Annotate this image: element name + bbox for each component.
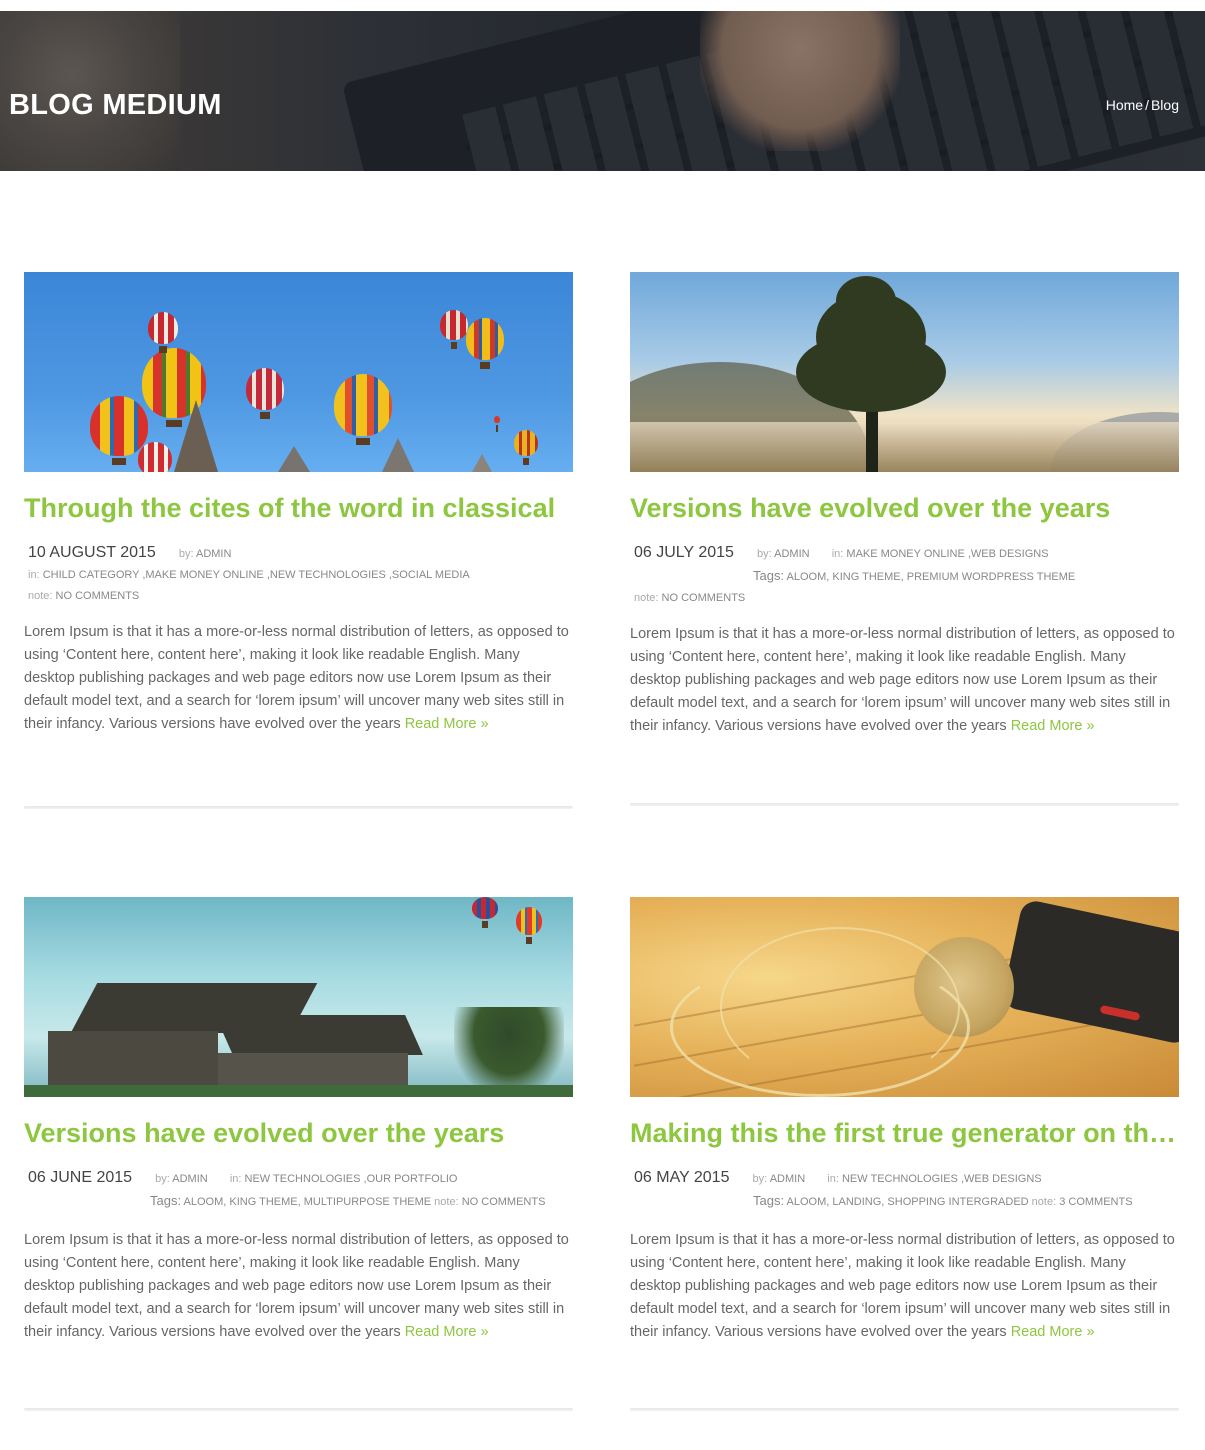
category-link[interactable]: ,WEB DESIGNS bbox=[968, 548, 1049, 560]
post-meta: 06 JUNE 2015 by: ADMIN in: NEW TECHNOLOG… bbox=[24, 1167, 573, 1213]
post-meta: 10 AUGUST 2015 by: ADMIN in: CHILD CATEG… bbox=[24, 542, 573, 607]
author-label: by: bbox=[752, 1173, 768, 1185]
tag-link[interactable]: ALOOM, bbox=[787, 571, 830, 583]
read-more-link[interactable]: Read More » bbox=[1011, 1324, 1095, 1340]
category-link[interactable]: ,OUR PORTFOLIO bbox=[364, 1173, 458, 1185]
post-excerpt: Lorem Ipsum is that it has a more-or-les… bbox=[24, 1229, 573, 1344]
category-link[interactable]: CHILD CATEGORY bbox=[43, 569, 140, 581]
category-link[interactable]: ,MAKE MONEY ONLINE bbox=[142, 569, 263, 581]
post-image-headphones[interactable] bbox=[630, 897, 1179, 1097]
post-image-house[interactable] bbox=[24, 897, 573, 1097]
post-date: 06 JUNE 2015 bbox=[28, 1169, 133, 1186]
comments-label: note: bbox=[634, 592, 659, 604]
breadcrumb-current: Blog bbox=[1150, 97, 1179, 113]
post-date: 06 JULY 2015 bbox=[634, 544, 734, 561]
tags-label: Tags: bbox=[150, 1193, 182, 1208]
page-header-banner: BLOG MEDIUM Home / Blog bbox=[0, 11, 1205, 171]
read-more-link[interactable]: Read More » bbox=[405, 1324, 489, 1340]
comments-link[interactable]: NO COMMENTS bbox=[56, 590, 140, 602]
tag-link[interactable]: KING THEME, bbox=[229, 1196, 300, 1208]
post-divider bbox=[24, 1408, 573, 1411]
post-image-tree[interactable] bbox=[630, 272, 1179, 472]
comments-link[interactable]: NO COMMENTS bbox=[462, 1196, 546, 1208]
breadcrumb-home-link[interactable]: Home bbox=[1106, 97, 1143, 113]
category-link[interactable]: MAKE MONEY ONLINE bbox=[846, 548, 964, 560]
post-meta: 06 JULY 2015 by: ADMIN in: MAKE MONEY ON… bbox=[630, 542, 1179, 609]
post-author-link[interactable]: ADMIN bbox=[196, 548, 231, 560]
blog-post: Versions have evolved over the years 06 … bbox=[630, 272, 1179, 738]
category-link[interactable]: ,WEB DESIGNS bbox=[961, 1173, 1042, 1185]
comments-label: note: bbox=[1031, 1196, 1057, 1208]
read-more-link[interactable]: Read More » bbox=[1011, 718, 1095, 734]
tag-link[interactable]: ALOOM, bbox=[184, 1196, 227, 1208]
post-image-balloons[interactable] bbox=[24, 272, 573, 472]
post-divider bbox=[630, 1408, 1179, 1411]
tag-link[interactable]: KING THEME, bbox=[832, 571, 903, 583]
page-title: BLOG MEDIUM bbox=[9, 89, 222, 121]
comments-label: note: bbox=[28, 590, 53, 602]
post-meta: 06 MAY 2015 by: ADMIN in: NEW TECHNOLOGI… bbox=[630, 1167, 1179, 1213]
author-label: by: bbox=[178, 548, 194, 560]
tags-label: Tags: bbox=[753, 568, 785, 583]
post-title[interactable]: Versions have evolved over the years bbox=[24, 1117, 573, 1149]
tag-link[interactable]: LANDING, bbox=[832, 1196, 884, 1208]
post-title[interactable]: Versions have evolved over the years bbox=[630, 492, 1179, 524]
comments-link[interactable]: NO COMMENTS bbox=[662, 592, 746, 604]
category-label: in: bbox=[831, 548, 844, 560]
post-title[interactable]: Making this the first true generator on … bbox=[630, 1117, 1179, 1149]
post-date: 06 MAY 2015 bbox=[634, 1169, 730, 1186]
author-label: by: bbox=[757, 548, 772, 560]
breadcrumb-separator: / bbox=[1145, 97, 1149, 113]
blog-post: Making this the first true generator on … bbox=[630, 897, 1179, 1344]
tags-label: Tags: bbox=[753, 1193, 785, 1208]
tag-link[interactable]: PREMIUM WORDPRESS THEME bbox=[907, 571, 1075, 583]
post-excerpt: Lorem Ipsum is that it has a more-or-les… bbox=[24, 621, 573, 736]
read-more-link[interactable]: Read More » bbox=[405, 716, 489, 732]
category-label: in: bbox=[827, 1173, 839, 1185]
category-link[interactable]: NEW TECHNOLOGIES bbox=[842, 1173, 958, 1185]
category-link[interactable]: ,NEW TECHNOLOGIES bbox=[267, 569, 386, 581]
post-date: 10 AUGUST 2015 bbox=[28, 544, 156, 561]
tag-link[interactable]: MULTIPURPOSE THEME bbox=[304, 1196, 431, 1208]
category-link[interactable]: ,SOCIAL MEDIA bbox=[389, 569, 470, 581]
category-label: in: bbox=[28, 569, 40, 581]
post-divider bbox=[630, 803, 1179, 806]
breadcrumb: Home / Blog bbox=[1106, 97, 1179, 113]
post-title[interactable]: Through the cites of the word in classic… bbox=[24, 492, 573, 524]
comments-link[interactable]: 3 COMMENTS bbox=[1059, 1196, 1132, 1208]
author-label: by: bbox=[155, 1173, 170, 1185]
post-excerpt: Lorem Ipsum is that it has a more-or-les… bbox=[630, 1229, 1179, 1344]
tag-link[interactable]: SHOPPING INTERGRADED bbox=[887, 1196, 1028, 1208]
post-author-link[interactable]: ADMIN bbox=[770, 1173, 805, 1185]
post-author-link[interactable]: ADMIN bbox=[172, 1173, 207, 1185]
category-link[interactable]: NEW TECHNOLOGIES bbox=[245, 1173, 361, 1185]
comments-label: note: bbox=[434, 1196, 459, 1208]
category-label: in: bbox=[229, 1173, 242, 1185]
post-divider bbox=[24, 806, 573, 809]
post-excerpt: Lorem Ipsum is that it has a more-or-les… bbox=[630, 623, 1179, 738]
tag-link[interactable]: ALOOM, bbox=[787, 1196, 830, 1208]
blog-post: Versions have evolved over the years 06 … bbox=[24, 897, 573, 1344]
post-author-link[interactable]: ADMIN bbox=[774, 548, 809, 560]
blog-post: Through the cites of the word in classic… bbox=[24, 272, 573, 736]
